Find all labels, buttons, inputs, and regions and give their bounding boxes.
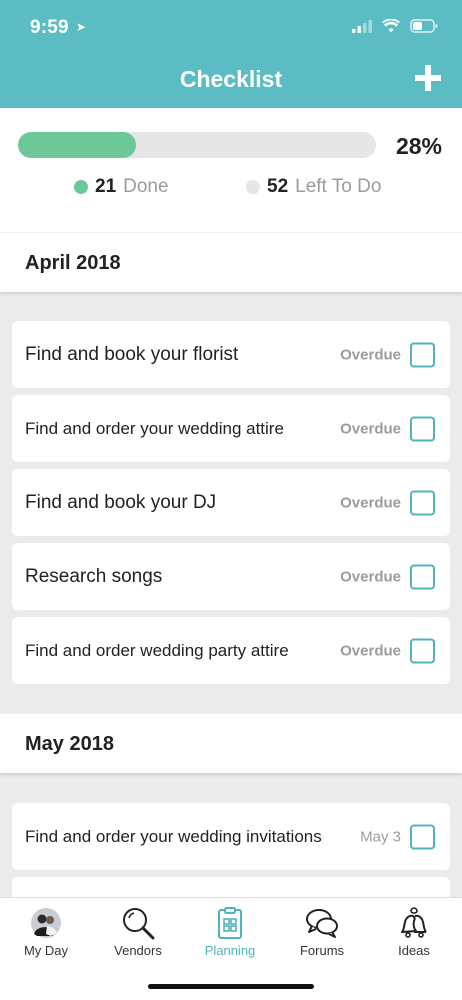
tab-planning[interactable]: Planning	[184, 898, 276, 968]
task-name: Find and order wedding party attire	[25, 640, 289, 660]
tab-label: Forums	[299, 943, 345, 958]
tab-label: Planning	[204, 943, 256, 958]
profile-avatar-icon	[31, 908, 61, 938]
status-time: 9:59	[30, 17, 69, 38]
task-name: Find and order your wedding invitations	[25, 826, 322, 846]
task-status: Overdue	[340, 346, 401, 363]
tab-my-day[interactable]: My Day	[0, 898, 92, 968]
task-status: Overdue	[340, 494, 401, 511]
done-dot	[74, 180, 88, 194]
section-header-may: May 2018	[0, 713, 462, 773]
todo-legend: 52 Left To Do	[246, 176, 381, 198]
todo-dot	[246, 180, 260, 194]
app-header: 9:59 ➤ Checklist	[0, 0, 462, 108]
task-due-date: May 3	[360, 828, 401, 845]
task-row[interactable]: Find and book your DJ Overdue	[12, 469, 450, 536]
page-title: Checklist	[179, 66, 283, 92]
task-row[interactable]: Find and order wedding party attire Over…	[12, 617, 450, 684]
status-bar: 9:59 ➤	[0, 0, 462, 56]
plus-icon	[415, 65, 441, 91]
battery-icon	[410, 19, 438, 33]
task-name: Find and book your florist	[25, 343, 239, 365]
todo-label: Left To Do	[295, 176, 382, 197]
task-name: Find and order your wedding attire	[25, 418, 284, 438]
tab-forums[interactable]: Forums	[276, 898, 368, 968]
task-name: Find and book your DJ	[25, 491, 217, 513]
wedding-bells-icon	[401, 907, 427, 938]
section-header-april: April 2018	[0, 232, 462, 292]
task-row[interactable]: Find and order your wedding invitations …	[12, 803, 450, 870]
progress-fill	[18, 132, 137, 158]
task-checkbox[interactable]	[410, 638, 435, 663]
task-checkbox[interactable]	[410, 564, 435, 589]
task-checkbox[interactable]	[410, 342, 435, 367]
status-icons	[352, 19, 438, 33]
task-name: Research songs	[25, 565, 163, 587]
done-label: Done	[123, 176, 169, 197]
task-row[interactable]: Research songs Overdue	[12, 543, 450, 610]
wifi-icon	[382, 19, 400, 33]
section-title: May 2018	[25, 733, 114, 755]
progress-card: 28% 21 Done 52 Left To Do	[0, 108, 462, 232]
section-title: April 2018	[25, 252, 121, 274]
todo-count: 52	[267, 176, 289, 197]
task-status: Overdue	[340, 642, 401, 659]
signal-icon	[352, 19, 372, 33]
search-icon	[123, 908, 155, 940]
home-indicator[interactable]	[148, 984, 314, 989]
task-row[interactable]: Find and order your wedding attire Overd…	[12, 395, 450, 462]
tab-label: Ideas	[398, 943, 430, 958]
done-count: 21	[95, 176, 117, 197]
clipboard-icon	[218, 907, 242, 939]
progress-percent: 28%	[395, 133, 442, 159]
task-checkbox[interactable]	[410, 490, 435, 515]
task-status: Overdue	[340, 420, 401, 437]
progress-bar	[18, 132, 376, 158]
task-checkbox[interactable]	[410, 824, 435, 849]
chat-bubbles-icon	[306, 909, 338, 938]
tab-ideas[interactable]: Ideas	[368, 898, 460, 968]
add-task-button[interactable]	[412, 58, 444, 98]
tab-vendors[interactable]: Vendors	[92, 898, 184, 968]
done-legend: 21 Done	[74, 176, 169, 198]
location-arrow-icon: ➤	[76, 20, 87, 34]
tab-label: My Day	[23, 943, 69, 958]
task-checkbox[interactable]	[410, 416, 435, 441]
task-row[interactable]: Find and book your florist Overdue	[12, 321, 450, 388]
tab-label: Vendors	[114, 943, 162, 958]
task-status: Overdue	[340, 568, 401, 585]
